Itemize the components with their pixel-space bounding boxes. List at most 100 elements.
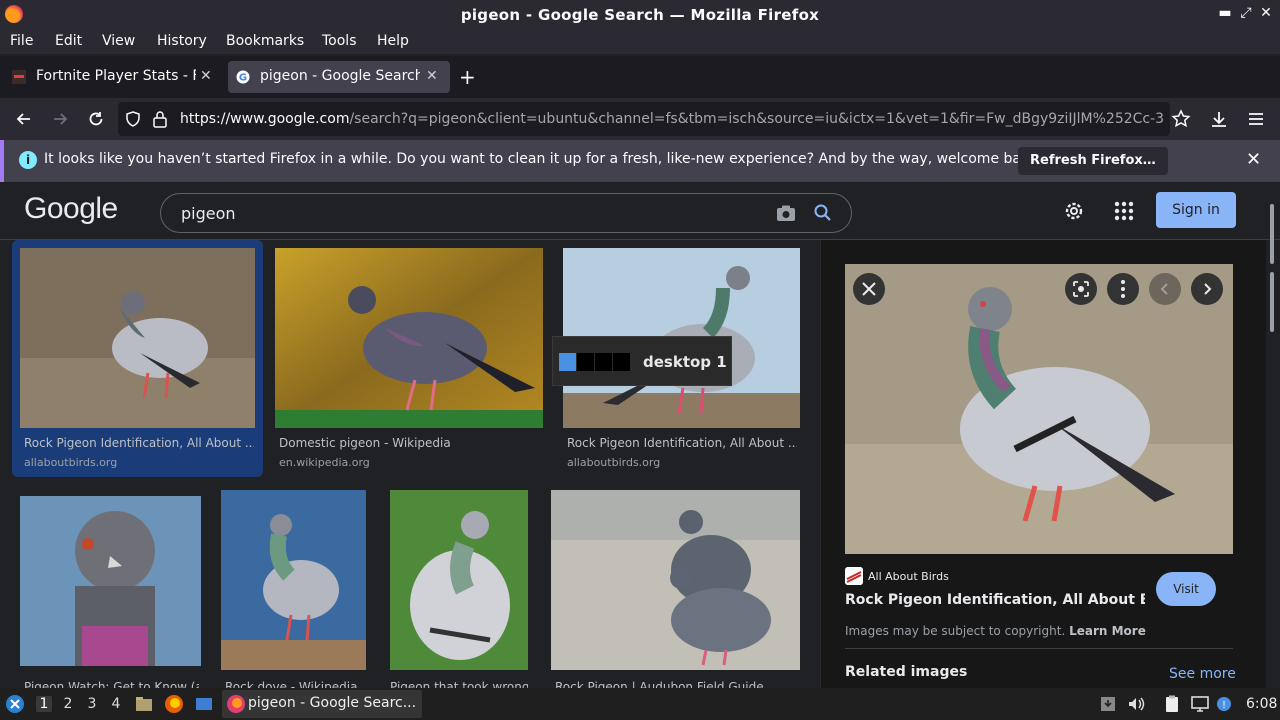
- image-result[interactable]: Rock Pigeon Identification, All About ..…: [12, 240, 263, 477]
- close-notification-icon[interactable]: ✕: [1246, 149, 1261, 170]
- result-title[interactable]: Rock dove - Wikipedia: [225, 680, 365, 688]
- menu-edit[interactable]: Edit: [55, 33, 82, 49]
- refresh-notification-bar: i It looks like you haven’t started Fire…: [0, 140, 1280, 182]
- image-result[interactable]: Rock dove - Wikipedia: [221, 490, 366, 688]
- tab-close-icon[interactable]: ✕: [200, 68, 212, 84]
- more-options-button[interactable]: [1107, 273, 1139, 305]
- copyright-notice: Images may be subject to copyright. Lear…: [845, 624, 1146, 638]
- shield-icon[interactable]: [124, 110, 142, 128]
- result-title[interactable]: Domestic pigeon - Wikipedia: [279, 436, 539, 450]
- desktop-cell: [559, 353, 576, 371]
- menu-tools[interactable]: Tools: [322, 33, 357, 49]
- search-query[interactable]: pigeon: [181, 204, 236, 223]
- menu-file[interactable]: File: [10, 33, 33, 49]
- back-icon[interactable]: [13, 108, 35, 130]
- desktop-cell: [613, 353, 630, 371]
- pigeon-image[interactable]: [275, 248, 543, 428]
- settings-gear-icon[interactable]: [1062, 199, 1086, 223]
- refresh-firefox-button[interactable]: Refresh Firefox…: [1018, 147, 1168, 175]
- pigeon-image[interactable]: [551, 490, 800, 670]
- search-box[interactable]: pigeon: [160, 193, 852, 233]
- see-more-link[interactable]: See more: [1169, 666, 1236, 682]
- close-preview-button[interactable]: [853, 273, 885, 305]
- pigeon-image[interactable]: [20, 496, 201, 666]
- page-scrollbar[interactable]: [1268, 204, 1276, 344]
- svg-text:G: G: [239, 73, 247, 84]
- scrollbar-thumb[interactable]: [1270, 204, 1274, 264]
- bookmark-star-icon[interactable]: [1170, 108, 1192, 130]
- firefox-launcher-icon[interactable]: [164, 694, 184, 714]
- workspace-1[interactable]: 1: [36, 696, 52, 712]
- tray-updates-icon[interactable]: [1098, 694, 1118, 714]
- google-apps-icon[interactable]: [1113, 200, 1135, 222]
- result-title[interactable]: Rock Pigeon Identification, All About ..…: [567, 436, 797, 450]
- tab-fortnite[interactable]: Fortnite Player Stats - Fo ✕: [4, 61, 218, 93]
- url-bar[interactable]: https://www.google.com/search?q=pigeon&c…: [118, 102, 1170, 136]
- new-tab-button[interactable]: +: [459, 65, 476, 89]
- lens-icon: [1073, 281, 1089, 297]
- allaboutbirds-favicon-icon: [845, 567, 863, 585]
- network-status-icon[interactable]: !: [1214, 694, 1234, 714]
- preview-image[interactable]: [845, 264, 1233, 554]
- workspace-4[interactable]: 4: [108, 696, 124, 712]
- downloads-icon[interactable]: [1208, 108, 1230, 130]
- camera-search-icon[interactable]: [776, 204, 796, 222]
- clock[interactable]: 6:08: [1246, 696, 1277, 712]
- image-result[interactable]: Domestic pigeon - Wikipedia en.wikipedia…: [275, 248, 543, 473]
- search-icon[interactable]: [813, 203, 833, 223]
- menu-view[interactable]: View: [102, 33, 135, 49]
- workspace-2[interactable]: 2: [60, 696, 76, 712]
- result-source[interactable]: allaboutbirds.org: [567, 456, 660, 469]
- image-preview-panel: All About Birds Rock Pigeon Identificati…: [820, 240, 1266, 688]
- image-result[interactable]: Pigeon Watch: Get to Know (a: [20, 496, 201, 688]
- result-title[interactable]: Pigeon Watch: Get to Know (a: [24, 680, 199, 688]
- menu-help[interactable]: Help: [377, 33, 409, 49]
- previous-image-button[interactable]: [1149, 273, 1181, 305]
- workspace-3[interactable]: 3: [84, 696, 100, 712]
- maximize-icon[interactable]: ⤢: [1238, 5, 1254, 21]
- result-title[interactable]: Rock Pigeon | Audubon Field Guide: [555, 680, 800, 688]
- next-image-button[interactable]: [1191, 273, 1223, 305]
- learn-more-link[interactable]: Learn More: [1069, 624, 1146, 638]
- result-source[interactable]: allaboutbirds.org: [24, 456, 117, 469]
- close-window-icon[interactable]: ✕: [1258, 5, 1274, 21]
- pigeon-image[interactable]: [221, 490, 366, 670]
- pigeon-image[interactable]: [390, 490, 528, 670]
- tab-label: Fortnite Player Stats - Fo: [36, 68, 196, 84]
- result-title[interactable]: Pigeon that took wrong: [390, 680, 528, 688]
- pigeon-image[interactable]: [20, 248, 255, 428]
- sign-in-button[interactable]: Sign in: [1156, 192, 1236, 228]
- file-manager-icon[interactable]: [134, 694, 154, 714]
- minimize-icon[interactable]: ▬: [1217, 5, 1233, 21]
- tab-google-search[interactable]: G pigeon - Google Search ✕: [228, 61, 450, 93]
- start-menu-icon[interactable]: [5, 694, 25, 714]
- visit-button[interactable]: Visit: [1156, 572, 1216, 606]
- volume-icon[interactable]: [1126, 694, 1146, 714]
- tab-strip: Fortnite Player Stats - Fo ✕ G pigeon - …: [0, 56, 1280, 98]
- google-header: Google pigeon Sign in: [0, 182, 1280, 240]
- menu-bookmarks[interactable]: Bookmarks: [226, 33, 304, 49]
- url-domain: https://www.google.com: [180, 111, 350, 127]
- lock-icon[interactable]: [152, 110, 168, 128]
- image-result[interactable]: Pigeon that took wrong: [390, 490, 528, 688]
- reload-icon[interactable]: [85, 108, 107, 130]
- image-result[interactable]: Rock Pigeon | Audubon Field Guide: [551, 490, 800, 688]
- url-text[interactable]: https://www.google.com/search?q=pigeon&c…: [180, 111, 1165, 127]
- copyright-text: Images may be subject to copyright.: [845, 624, 1066, 638]
- display-icon[interactable]: [1190, 694, 1210, 714]
- google-logo[interactable]: Google: [24, 192, 118, 226]
- result-title[interactable]: Rock Pigeon Identification, All About ..…: [24, 436, 254, 450]
- result-source[interactable]: en.wikipedia.org: [279, 456, 370, 469]
- menu-history[interactable]: History: [157, 33, 207, 49]
- lens-search-button[interactable]: [1065, 273, 1097, 305]
- tab-close-icon[interactable]: ✕: [426, 68, 438, 84]
- scrollbar-thumb[interactable]: [1270, 272, 1274, 332]
- notification-message: It looks like you haven’t started Firefo…: [44, 151, 1043, 167]
- forward-icon[interactable]: [49, 108, 71, 130]
- preview-title[interactable]: Rock Pigeon Identification, All About Bi…: [845, 592, 1145, 608]
- taskbar-firefox-task[interactable]: pigeon - Google Searc...: [222, 690, 422, 718]
- hamburger-menu-icon[interactable]: [1245, 108, 1267, 130]
- show-desktop-icon[interactable]: [194, 694, 214, 714]
- clipboard-icon[interactable]: [1162, 694, 1182, 714]
- preview-source[interactable]: All About Birds: [868, 570, 949, 583]
